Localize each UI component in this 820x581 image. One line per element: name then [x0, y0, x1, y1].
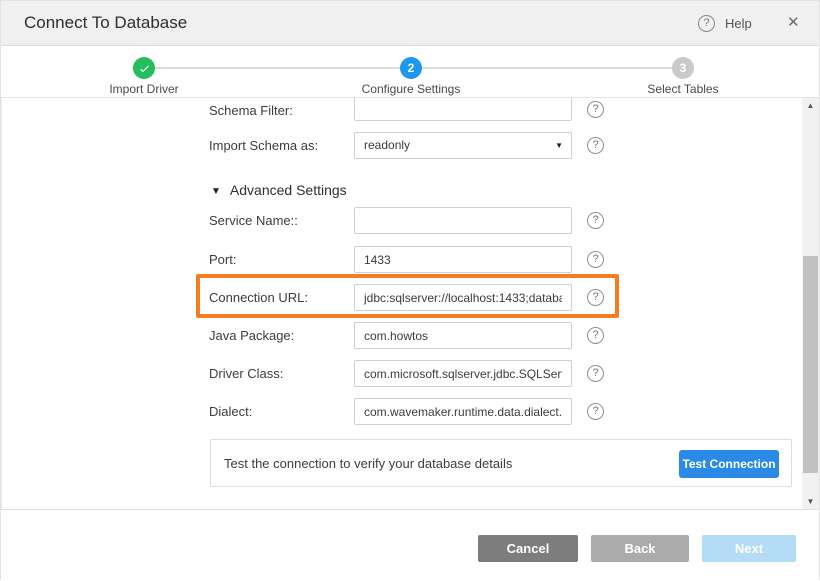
advanced-settings-toggle[interactable]: ▼ Advanced Settings: [211, 182, 347, 198]
help-link[interactable]: Help: [725, 16, 752, 31]
step-select-tables-circle[interactable]: 3: [672, 57, 694, 79]
help-icon[interactable]: ?: [587, 101, 604, 118]
step-select-tables-label: Select Tables: [647, 82, 718, 96]
connection-url-label: Connection URL:: [209, 290, 308, 305]
help-icon[interactable]: ?: [587, 251, 604, 268]
help-icon[interactable]: ?: [698, 15, 715, 32]
schema-filter-label: Schema Filter:: [209, 103, 293, 118]
scroll-up-icon[interactable]: ▲: [802, 98, 819, 113]
step-configure-settings-label: Configure Settings: [362, 82, 461, 96]
help-icon[interactable]: ?: [587, 289, 604, 306]
java-package-label: Java Package:: [209, 328, 294, 343]
form-row-connection-url: Connection URL: ?: [2, 284, 801, 311]
test-connection-panel: Test the connection to verify your datab…: [210, 439, 792, 487]
cancel-button[interactable]: Cancel: [478, 535, 578, 562]
collapse-caret-icon: ▼: [211, 186, 221, 197]
connect-to-database-dialog: Connect To Database ? Help ✕ Import Driv…: [0, 0, 820, 580]
form-row-port: Port: ?: [2, 246, 801, 273]
wizard-stepper: Import Driver 2 Configure Settings 3 Sel…: [1, 46, 819, 98]
form-row-import-schema-as: Import Schema as: readonly ▼ ?: [2, 132, 801, 159]
form-row-service-name: Service Name:: ?: [2, 207, 801, 234]
close-icon[interactable]: ✕: [787, 13, 800, 31]
step-connector: [155, 67, 400, 69]
step-connector: [422, 67, 672, 69]
dialog-header: Connect To Database ? Help ✕: [1, 1, 819, 46]
connection-url-input[interactable]: [354, 284, 572, 311]
help-icon[interactable]: ?: [587, 365, 604, 382]
service-name-input[interactable]: [354, 207, 572, 234]
port-input[interactable]: [354, 246, 572, 273]
advanced-settings-label: Advanced Settings: [230, 182, 347, 198]
help-icon[interactable]: ?: [587, 212, 604, 229]
chevron-down-icon: ▼: [555, 133, 563, 158]
schema-filter-input[interactable]: [354, 98, 572, 121]
form-row-dialect: Dialect: ?: [2, 398, 801, 425]
help-icon[interactable]: ?: [587, 403, 604, 420]
scroll-down-icon[interactable]: ▼: [802, 494, 819, 509]
import-schema-as-value: readonly: [364, 138, 410, 152]
service-name-label: Service Name::: [209, 213, 298, 228]
step-import-driver-circle[interactable]: [133, 57, 155, 79]
form-row-driver-class: Driver Class: ?: [2, 360, 801, 387]
check-icon: [138, 62, 151, 75]
dialog-title: Connect To Database: [24, 13, 187, 33]
help-icon[interactable]: ?: [587, 137, 604, 154]
dialect-label: Dialect:: [209, 404, 252, 419]
form-row-schema-filter: Schema Filter: ?: [2, 98, 801, 121]
step-import-driver-label: Import Driver: [109, 82, 178, 96]
import-schema-as-label: Import Schema as:: [209, 138, 318, 153]
help-icon[interactable]: ?: [587, 327, 604, 344]
form-row-java-package: Java Package: ?: [2, 322, 801, 349]
dialog-footer: Cancel Back Next: [1, 509, 819, 581]
back-button[interactable]: Back: [591, 535, 689, 562]
test-connection-button[interactable]: Test Connection: [679, 450, 779, 478]
next-button[interactable]: Next: [702, 535, 796, 562]
java-package-input[interactable]: [354, 322, 572, 349]
dialect-input[interactable]: [354, 398, 572, 425]
form-scroll-area: Schema Filter: ? Import Schema as: reado…: [1, 98, 801, 509]
driver-class-input[interactable]: [354, 360, 572, 387]
driver-class-label: Driver Class:: [209, 366, 283, 381]
scrollbar-thumb[interactable]: [803, 256, 818, 473]
vertical-scrollbar[interactable]: ▲ ▼: [802, 98, 819, 509]
test-connection-message: Test the connection to verify your datab…: [224, 456, 512, 471]
step-configure-settings-circle[interactable]: 2: [400, 57, 422, 79]
import-schema-as-select[interactable]: readonly ▼: [354, 132, 572, 159]
port-label: Port:: [209, 252, 236, 267]
